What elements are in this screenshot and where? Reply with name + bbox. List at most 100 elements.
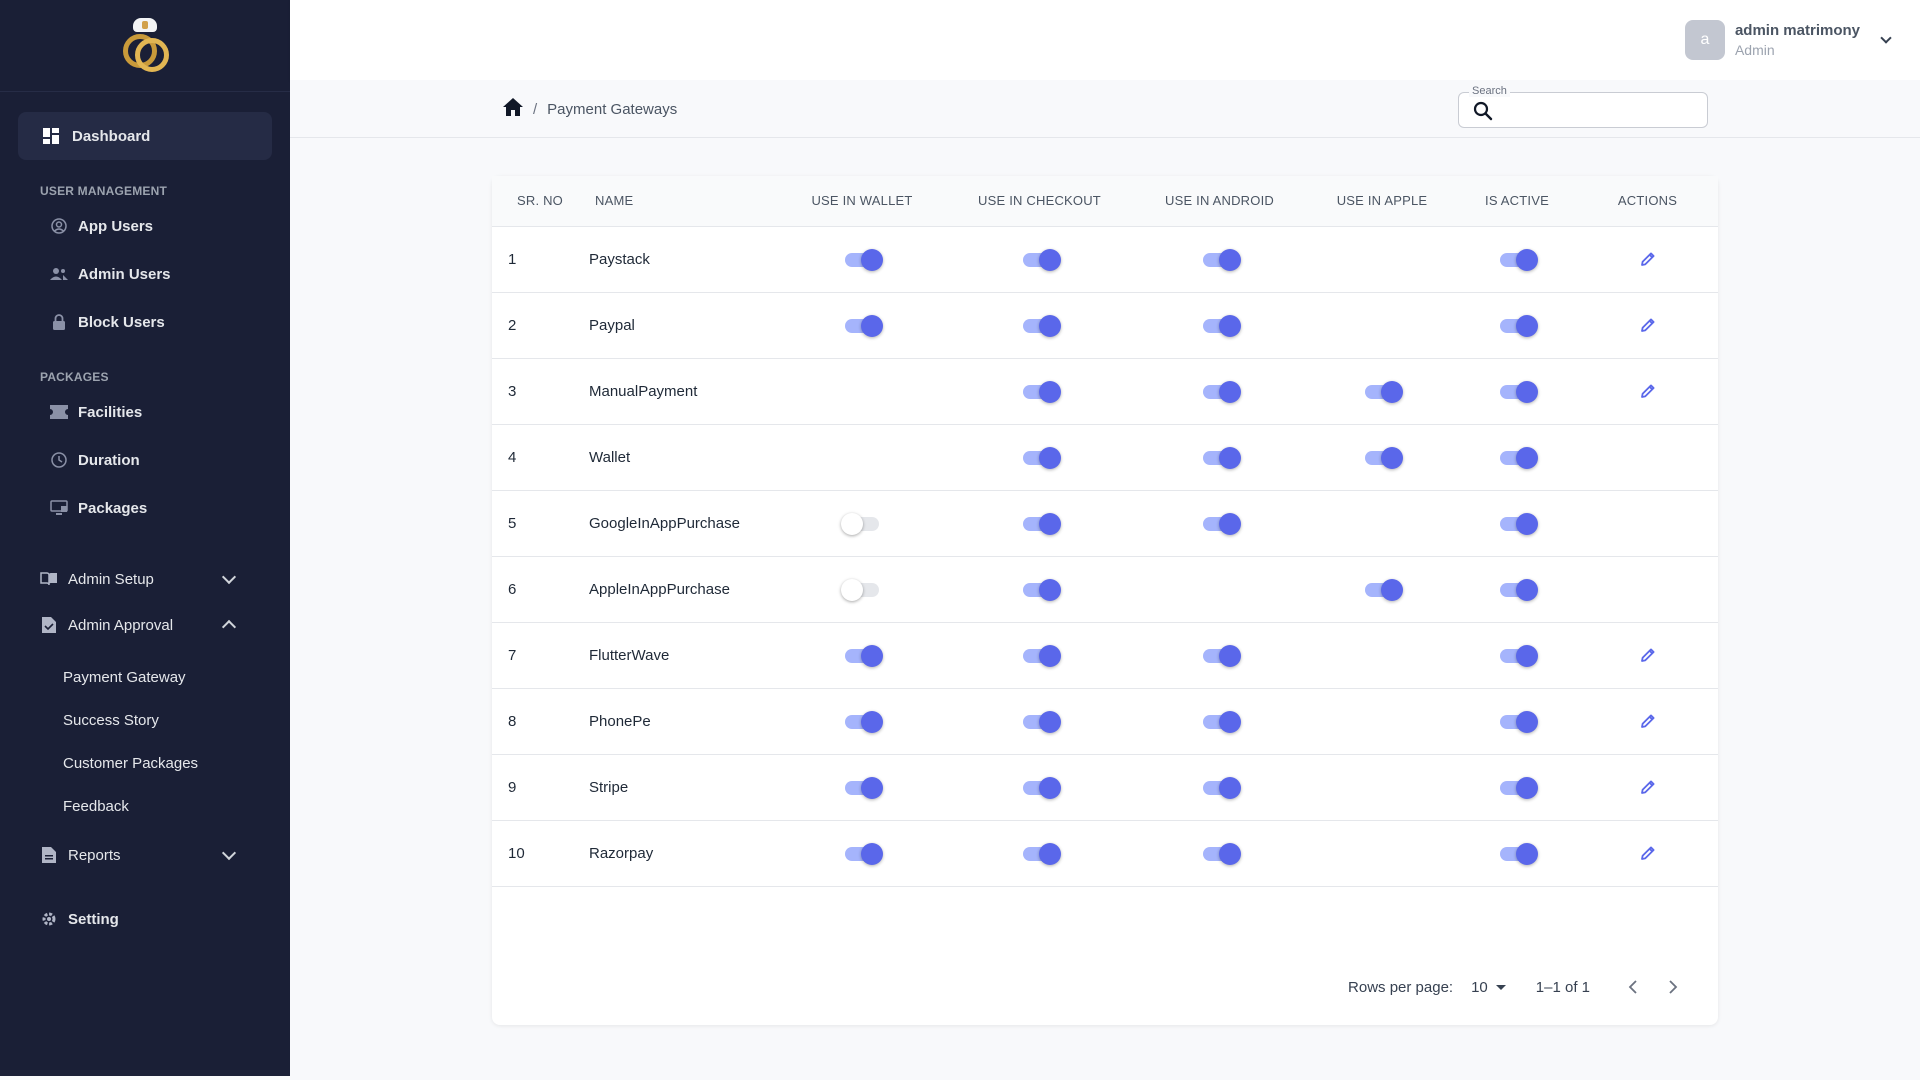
- sidebar-item-block-users[interactable]: Block Users: [0, 298, 290, 346]
- use-in-wallet-toggle[interactable]: [845, 842, 883, 865]
- avatar[interactable]: a: [1684, 20, 1725, 60]
- column-header-actions: ACTIONS: [1577, 176, 1718, 227]
- cell-is-active: [1457, 622, 1577, 688]
- top-header: a admin matrimony Admin: [290, 0, 1920, 80]
- use-in-android-toggle[interactable]: [1202, 776, 1241, 799]
- column-header-sr-no[interactable]: SR. NO: [492, 176, 577, 227]
- use-in-wallet-toggle[interactable]: [845, 776, 883, 799]
- is-active-toggle[interactable]: [1500, 314, 1538, 337]
- use-in-android-toggle[interactable]: [1202, 446, 1241, 469]
- cell-use-in-apple: [1307, 754, 1457, 820]
- use-in-android-toggle[interactable]: [1202, 842, 1241, 865]
- cell-actions: [1577, 754, 1718, 820]
- sidebar-item-packages[interactable]: Packages: [0, 484, 290, 532]
- sidebar-item-payment-gateway[interactable]: Payment Gateway: [0, 656, 290, 699]
- rows-per-page-select[interactable]: 10: [1471, 979, 1506, 996]
- use-in-checkout-toggle[interactable]: [1022, 710, 1061, 733]
- sidebar-item-feedback[interactable]: Feedback: [0, 785, 290, 828]
- column-header-use-in-wallet[interactable]: USE IN WALLET: [777, 176, 947, 227]
- use-in-android-toggle[interactable]: [1202, 314, 1241, 337]
- use-in-android-toggle[interactable]: [1202, 380, 1241, 403]
- use-in-checkout-toggle[interactable]: [1022, 644, 1061, 667]
- use-in-checkout-toggle[interactable]: [1022, 578, 1061, 601]
- edit-icon[interactable]: [1636, 643, 1660, 667]
- is-active-toggle[interactable]: [1500, 446, 1538, 469]
- use-in-checkout-toggle[interactable]: [1022, 446, 1061, 469]
- edit-icon[interactable]: [1636, 775, 1660, 799]
- use-in-checkout-toggle[interactable]: [1022, 512, 1061, 535]
- use-in-checkout-toggle[interactable]: [1022, 314, 1061, 337]
- chevron-down-icon: [221, 569, 237, 585]
- table-row: 10 Razorpay: [492, 820, 1718, 886]
- sidebar-item-app-users[interactable]: App Users: [0, 202, 290, 250]
- sidebar-group-admin-approval[interactable]: Admin Approval: [0, 602, 290, 648]
- sidebar-item-success-story[interactable]: Success Story: [0, 699, 290, 742]
- use-in-wallet-toggle[interactable]: [845, 248, 883, 271]
- sidebar-group-admin-setup[interactable]: Admin Setup: [0, 556, 290, 602]
- cell-is-active: [1457, 292, 1577, 358]
- edit-icon[interactable]: [1636, 313, 1660, 337]
- prev-page-button[interactable]: [1618, 972, 1648, 1002]
- cell-use-in-checkout: [947, 556, 1132, 622]
- cell-sr-no: 2: [508, 316, 517, 334]
- sidebar-item-label: Packages: [78, 499, 148, 517]
- home-icon[interactable]: [503, 98, 523, 120]
- user-menu[interactable]: a admin matrimony Admin: [1684, 20, 1892, 60]
- use-in-checkout-toggle[interactable]: [1022, 248, 1061, 271]
- cell-name: Paystack: [589, 250, 650, 268]
- is-active-toggle[interactable]: [1500, 248, 1538, 271]
- use-in-wallet-toggle[interactable]: [845, 314, 883, 337]
- chevron-down-icon[interactable]: [1880, 32, 1892, 44]
- use-in-wallet-toggle[interactable]: [845, 710, 883, 733]
- is-active-toggle[interactable]: [1500, 512, 1538, 535]
- use-in-android-toggle[interactable]: [1202, 644, 1241, 667]
- use-in-checkout-toggle[interactable]: [1022, 380, 1061, 403]
- sidebar-item-admin-users[interactable]: Admin Users: [0, 250, 290, 298]
- edit-icon[interactable]: [1636, 841, 1660, 865]
- use-in-wallet-toggle[interactable]: [841, 512, 879, 535]
- column-header-use-in-apple[interactable]: USE IN APPLE: [1307, 176, 1457, 227]
- is-active-toggle[interactable]: [1500, 578, 1538, 601]
- use-in-apple-toggle[interactable]: [1365, 578, 1403, 601]
- edit-icon[interactable]: [1636, 247, 1660, 271]
- use-in-checkout-toggle[interactable]: [1022, 776, 1061, 799]
- edit-icon[interactable]: [1636, 379, 1660, 403]
- is-active-toggle[interactable]: [1500, 776, 1538, 799]
- use-in-android-toggle[interactable]: [1202, 710, 1241, 733]
- cell-use-in-checkout: [947, 688, 1132, 754]
- use-in-android-toggle[interactable]: [1202, 248, 1241, 271]
- next-page-button[interactable]: [1658, 972, 1688, 1002]
- is-active-toggle[interactable]: [1500, 644, 1538, 667]
- sidebar-item-duration[interactable]: Duration: [0, 436, 290, 484]
- column-header-is-active[interactable]: IS ACTIVE: [1457, 176, 1577, 227]
- use-in-wallet-toggle[interactable]: [841, 578, 879, 601]
- cell-use-in-android: [1132, 820, 1307, 886]
- is-active-toggle[interactable]: [1500, 380, 1538, 403]
- cell-sr-no: 6: [508, 580, 517, 598]
- cell-use-in-checkout: [947, 292, 1132, 358]
- cell-is-active: [1457, 424, 1577, 490]
- use-in-wallet-toggle[interactable]: [845, 644, 883, 667]
- sidebar-item-customer-packages[interactable]: Customer Packages: [0, 742, 290, 785]
- cell-name: FlutterWave: [589, 646, 670, 664]
- is-active-toggle[interactable]: [1500, 842, 1538, 865]
- edit-icon[interactable]: [1636, 709, 1660, 733]
- use-in-apple-toggle[interactable]: [1365, 380, 1403, 403]
- is-active-toggle[interactable]: [1500, 710, 1538, 733]
- use-in-apple-toggle[interactable]: [1365, 446, 1403, 469]
- search-box[interactable]: Search: [1458, 85, 1708, 128]
- sidebar-item-facilities[interactable]: Facilities: [0, 388, 290, 436]
- cell-name: Wallet: [589, 448, 631, 466]
- logo-rings-icon[interactable]: [115, 16, 175, 76]
- column-header-name[interactable]: NAME: [577, 176, 777, 227]
- sidebar-item-dashboard[interactable]: Dashboard: [18, 112, 272, 160]
- use-in-checkout-toggle[interactable]: [1022, 842, 1061, 865]
- sidebar-group-reports[interactable]: Reports: [0, 832, 290, 878]
- cell-use-in-checkout: [947, 424, 1132, 490]
- search-input[interactable]: [1499, 99, 1699, 123]
- sidebar-item-setting[interactable]: Setting: [0, 896, 290, 942]
- column-header-use-in-checkout[interactable]: USE IN CHECKOUT: [947, 176, 1132, 227]
- logo-area: [0, 0, 290, 92]
- column-header-use-in-android[interactable]: USE IN ANDROID: [1132, 176, 1307, 227]
- use-in-android-toggle[interactable]: [1202, 512, 1241, 535]
